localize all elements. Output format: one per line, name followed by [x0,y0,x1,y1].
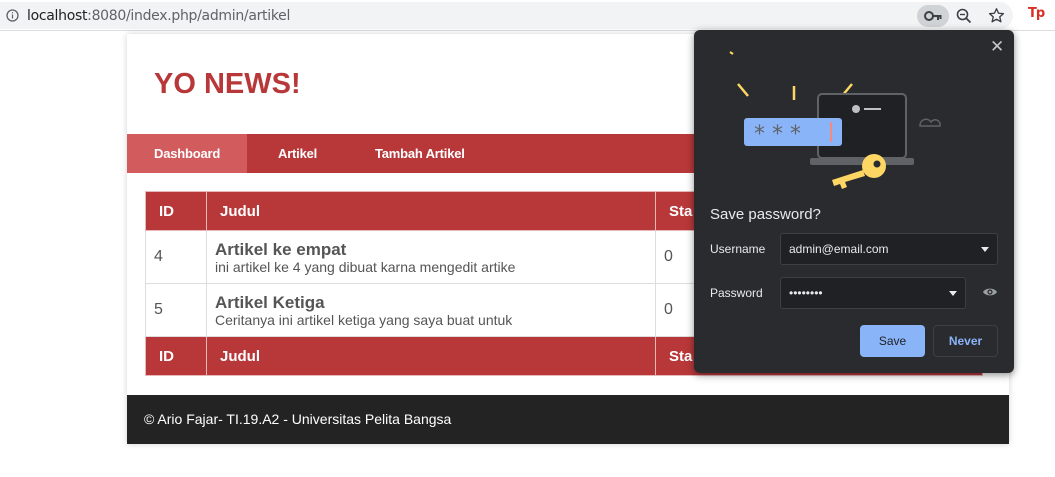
close-icon[interactable]: ✕ [990,37,1004,57]
row-id: 5 [145,283,207,337]
sparkle-line [737,83,749,97]
star-icon[interactable] [988,7,1005,24]
url-text[interactable]: localhost:8080/index.php/admin/artikel [27,8,290,24]
row-judul: Artikel ke empat ini artikel ke 4 yang d… [206,230,656,284]
header-id: ID [145,191,207,231]
save-password-dialog: ✕ * * * Save password? Username admin@em… [694,30,1014,373]
url-host: localhost [27,8,88,24]
password-illustration: * * * [729,51,941,189]
footer-header-id: ID [145,336,207,376]
address-bar[interactable]: localhost:8080/index.php/admin/artikel [0,2,1013,29]
nav-artikel[interactable]: Artikel [278,134,317,173]
article-title: Artikel ke empat [215,239,347,259]
extension-icon[interactable]: Tp [1028,6,1045,21]
username-field[interactable]: admin@email.com [780,233,998,265]
footer-header-judul: Judul [206,336,656,376]
url-path: :8080/index.php/admin/artikel [87,8,291,24]
key-icon-button[interactable] [917,5,949,27]
article-description: ini artikel ke 4 yang dibuat karna menge… [215,258,516,275]
password-mask: * * * [754,122,801,147]
row-judul: Artikel Ketiga Ceritanya ini artikel ket… [206,283,656,337]
username-value: admin@email.com [789,242,889,256]
page-footer: © Ario Fajar- TI.19.A2 - Universitas Pel… [127,395,1009,444]
sparkle-line [729,51,734,55]
password-value: •••••••• [789,286,823,300]
eye-icon[interactable] [982,286,998,298]
chevron-down-icon[interactable] [981,247,989,252]
site-title: YO NEWS! [154,68,301,100]
password-field[interactable]: •••••••• [780,277,966,309]
dialog-title: Save password? [710,206,821,223]
password-label: Password [710,286,763,300]
chevron-down-icon[interactable] [949,291,957,296]
info-icon[interactable] [6,9,19,22]
nav-dashboard[interactable]: Dashboard [127,134,247,173]
row-id: 4 [145,230,207,284]
nav-tambah-artikel[interactable]: Tambah Artikel [375,134,465,173]
zoom-out-icon[interactable] [956,8,972,24]
save-button[interactable]: Save [860,325,925,357]
never-button[interactable]: Never [933,325,998,357]
key-icon [924,11,942,21]
browser-toolbar: localhost:8080/index.php/admin/artikel T… [0,0,1055,31]
article-title: Artikel Ketiga [215,292,325,312]
header-judul: Judul [206,191,656,231]
article-description: Ceritanya ini artikel ketiga yang saya b… [215,311,513,328]
cloud-icon [919,118,941,127]
username-label: Username [710,242,766,256]
